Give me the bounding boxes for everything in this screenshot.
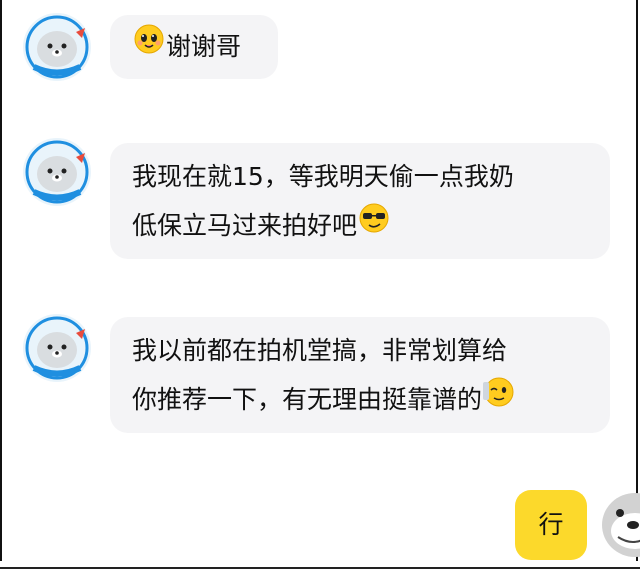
seal-avatar-icon[interactable] xyxy=(22,313,92,383)
chat-window xyxy=(0,0,638,571)
message-text: 谢谢哥 xyxy=(166,32,242,61)
message-text: 行 xyxy=(538,510,564,539)
wink-face-icon xyxy=(482,374,516,424)
message-text-line-1: 我现在就15，等我明天偷一点我奶 xyxy=(132,162,514,191)
cute-yellow-face-icon xyxy=(132,21,166,71)
message-text-line-2: 你推荐一下，有无理由挺靠谱的 xyxy=(132,385,483,414)
message-bubble-3: 我以前都在拍机堂搞，非常划算给 你推荐一下，有无理由挺靠谱的 xyxy=(110,317,610,433)
message-bubble-2: 我现在就15，等我明天偷一点我奶 低保立马过来拍好吧 xyxy=(110,143,610,259)
my-message-bubble: 行 xyxy=(515,490,587,560)
message-bubble-1: 谢谢哥 xyxy=(110,15,278,79)
bottom-divider xyxy=(0,567,640,569)
sunglasses-face-icon xyxy=(357,200,391,250)
message-text-line-2: 低保立马过来拍好吧 xyxy=(132,211,358,240)
seal-avatar-icon[interactable] xyxy=(22,12,92,82)
seal-avatar-icon[interactable] xyxy=(22,137,92,207)
message-text-line-1: 我以前都在拍机堂搞，非常划算给 xyxy=(132,336,508,365)
